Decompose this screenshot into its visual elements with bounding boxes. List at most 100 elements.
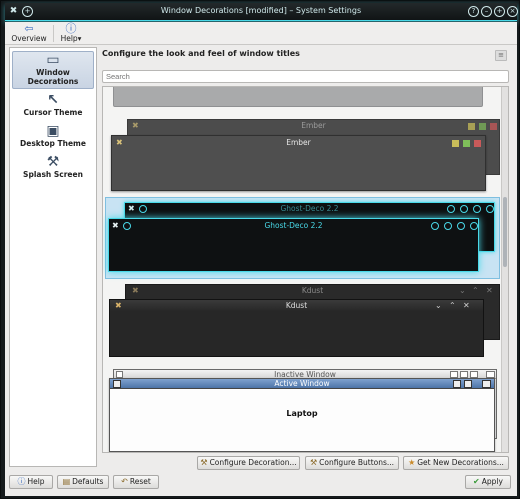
sidebar-item-splash-screen[interactable]: ⚒ Splash Screen [12, 154, 94, 182]
reset-button[interactable]: ↶ Reset [113, 475, 159, 489]
maximize-icon [479, 123, 486, 130]
tools-icon: ⚒ [46, 154, 60, 170]
minimize-icon[interactable]: – [481, 6, 492, 17]
preview-active-title: Ember [286, 138, 311, 147]
preview-body-label: Laptop [286, 409, 318, 418]
window-title: Window Decorations [modified] – System S… [160, 6, 362, 15]
close-icon [113, 380, 121, 388]
help-menu-label: Help [60, 34, 78, 43]
help-icon[interactable]: ? [468, 6, 479, 17]
client-area: ⇦ Overview ⓘ Help▾ ▭ Window Decorations … [5, 22, 517, 496]
help-icon [447, 205, 455, 213]
defaults-button-label: Defaults [72, 477, 104, 486]
minimize-icon [460, 205, 468, 213]
close-icon [490, 123, 497, 130]
preview-active-title: Active Window [110, 379, 494, 389]
sidebar-item-desktop-theme[interactable]: ▣ Desktop Theme [12, 123, 94, 151]
preview-inactive-title: Ember [301, 121, 326, 130]
pin-icon [139, 205, 147, 213]
help-button-label: Help [27, 477, 45, 486]
dropdown-arrow-icon: ▾ [77, 34, 82, 43]
preview-window [113, 87, 483, 107]
app-logo-icon: ✖ [132, 286, 139, 295]
cursor-icon: ↖ [47, 92, 59, 108]
preview-active-title: Kdust [110, 300, 483, 312]
maximize-icon [473, 205, 481, 213]
apply-button-label: Apply [481, 477, 503, 486]
maximize-icon: ⌃ [472, 286, 479, 295]
preview-active-window: Active Window Laptop [109, 378, 495, 452]
window-icon: ▭ [46, 52, 60, 68]
minimize-icon [468, 123, 475, 130]
app-logo-icon: ✖ [128, 204, 135, 213]
maximize-icon[interactable]: + [494, 6, 505, 17]
close-icon: ✕ [463, 301, 470, 310]
pin-icon [123, 222, 131, 230]
list-item-ember[interactable]: Ember ✖ Ember ✖ [105, 117, 500, 193]
list-item-ghost-deco[interactable]: Ghost-Deco 2.2 ✖ Ghost-Deco 2.2 ✖ [105, 197, 500, 279]
search-input[interactable] [102, 70, 509, 83]
undo-icon: ↶ [121, 477, 128, 486]
overview-label: Overview [11, 34, 47, 43]
defaults-icon: ▤ [62, 477, 71, 486]
overview-button[interactable]: ⇦ Overview [9, 23, 49, 45]
shade-icon [486, 371, 495, 378]
help-icon: ⓘ [17, 477, 26, 486]
minimize-icon [444, 222, 452, 230]
app-logo-icon: ✖ [132, 121, 139, 130]
close-icon[interactable]: × [507, 6, 518, 17]
preview-active-window: Kdust ✖ ⌄ ⌃ ✕ [109, 299, 484, 357]
toolbar: ⇦ Overview ⓘ Help▾ [5, 22, 517, 45]
minimize-icon: ⌄ [459, 286, 466, 295]
sidebar-item-label: Cursor Theme [23, 108, 83, 117]
sidebar-item-label: Window Decorations [27, 68, 79, 86]
wrench-icon: ⚒ [200, 458, 208, 467]
help-menu-button[interactable]: ⓘ Help▾ [57, 23, 85, 45]
maximize-icon [463, 140, 470, 147]
sidebar-item-cursor-theme[interactable]: ↖ Cursor Theme [12, 92, 94, 120]
page-title: Configure the look and feel of window ti… [102, 49, 300, 58]
configure-decoration-button[interactable]: ⚒ Configure Decoration... [197, 456, 300, 470]
app-logo-icon: ✖ [115, 301, 122, 310]
decoration-list[interactable]: Ember ✖ Ember ✖ Ghost-Deco 2.2 ✖ Ghost-D… [102, 86, 509, 453]
help-icon [450, 371, 458, 378]
preview-inactive-title: Ghost-Deco 2.2 [280, 204, 339, 213]
preview-active-window: Ember ✖ [111, 135, 486, 191]
configure-buttons-button[interactable]: ⚒ Configure Buttons... [305, 456, 399, 470]
minimize-icon [460, 371, 468, 378]
defaults-button[interactable]: ▤ Defaults [57, 475, 109, 489]
list-item-laptop[interactable]: Inactive Window Active Window Laptop [105, 369, 500, 452]
minimize-icon [453, 380, 461, 388]
preview-active-title: Ghost-Deco 2.2 [264, 221, 323, 230]
sidebar-item-label: Splash Screen [23, 170, 83, 179]
sidebar-item-window-decorations[interactable]: ▭ Window Decorations [12, 51, 94, 89]
configure-decoration-label: Configure Decoration... [209, 458, 297, 467]
title-bar[interactable]: ✖ + Window Decorations [modified] – Syst… [5, 3, 518, 21]
maximize-icon [457, 222, 465, 230]
configure-view-button[interactable]: ≡ [495, 50, 507, 61]
reset-button-label: Reset [129, 477, 151, 486]
maximize-icon [464, 380, 472, 388]
list-item[interactable] [105, 87, 500, 107]
list-scrollbar[interactable] [501, 87, 508, 452]
get-new-decorations-button[interactable]: ★ Get New Decorations... [403, 456, 509, 470]
decoration-list-viewport: Ember ✖ Ember ✖ Ghost-Deco 2.2 ✖ Ghost-D… [103, 87, 502, 452]
app-logo-icon: ✖ [116, 138, 123, 147]
configure-buttons-label: Configure Buttons... [319, 458, 395, 467]
app-logo-icon: ✖ [112, 221, 119, 230]
preview-inactive-title: Kdust [301, 286, 324, 295]
list-item-kdust[interactable]: Kdust ✖ ⌄ ⌃ ✕ Kdust ✖ ⌄ ⌃ ✕ [105, 282, 500, 360]
star-icon: ★ [408, 458, 416, 467]
help-button[interactable]: ⓘ Help [9, 475, 53, 489]
close-icon [470, 222, 478, 230]
close-icon [486, 205, 494, 213]
close-icon: ✕ [486, 286, 493, 295]
desktop-icon: ▣ [46, 123, 60, 139]
category-sidebar: ▭ Window Decorations ↖ Cursor Theme ▣ De… [9, 47, 97, 467]
maximize-icon: ⌃ [449, 301, 456, 310]
scrollbar-handle[interactable] [503, 197, 507, 267]
apply-button[interactable]: ✔ Apply [465, 475, 511, 489]
wrench-icon: ⚒ [309, 458, 318, 467]
help-icon [431, 222, 439, 230]
close-icon [116, 371, 123, 378]
